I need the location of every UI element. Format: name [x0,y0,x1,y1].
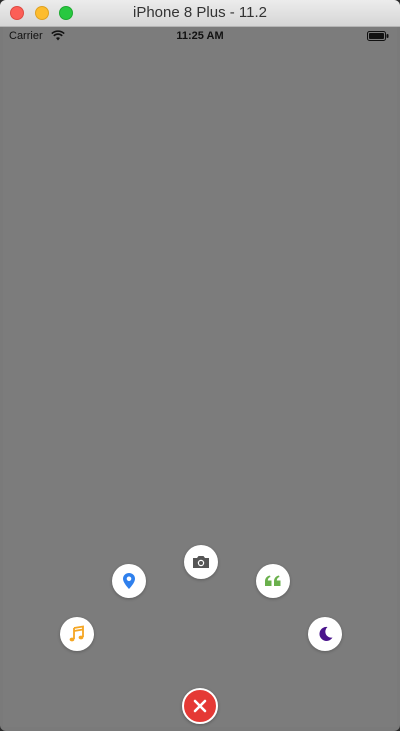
close-menu-button[interactable] [182,688,218,724]
status-bar: Carrier 11:25 AM [3,27,397,45]
moon-icon [319,626,333,641]
window-titlebar: iPhone 8 Plus - 11.2 [0,0,400,27]
quote-icon [265,575,281,586]
window-title: iPhone 8 Plus - 11.2 [133,4,267,21]
music-button[interactable] [60,617,94,651]
location-button[interactable] [112,564,146,598]
close-icon [193,699,207,713]
camera-icon [193,556,209,568]
location-pin-icon [123,573,135,589]
camera-button[interactable] [184,545,218,579]
status-time: 11:25 AM [176,30,224,42]
night-button[interactable] [308,617,342,651]
battery-icon [367,31,389,41]
quote-button[interactable] [256,564,290,598]
device-screen: Carrier 11:25 AM [3,27,397,727]
simulator-window: iPhone 8 Plus - 11.2 Carrier 11:25 AM [0,0,400,731]
music-note-icon [69,625,84,642]
